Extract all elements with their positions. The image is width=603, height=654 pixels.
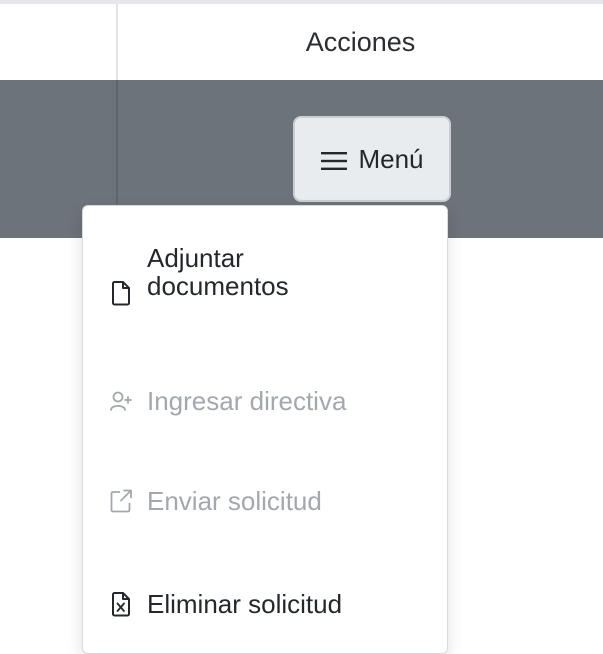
file-excel-icon	[109, 591, 133, 617]
menu-item-label: Ingresar directiva	[147, 386, 347, 416]
menu-button[interactable]: Menú	[293, 116, 451, 202]
menu-item-label-line2: documentos	[147, 271, 289, 301]
menu-button-label: Menú	[358, 143, 424, 174]
actions-dropdown-menu: Adjuntar documentos Ingresar directiva E…	[82, 205, 448, 654]
menu-item-adjuntar-documentos[interactable]: Adjuntar documentos	[83, 244, 447, 306]
user-plus-icon	[109, 388, 133, 414]
menu-item-eliminar-solicitud[interactable]: Eliminar solicitud	[83, 589, 447, 619]
column-header-acciones-label: Acciones	[305, 26, 416, 57]
column-header-acciones: Acciones	[118, 4, 603, 80]
file-icon	[109, 280, 133, 306]
menu-item-label: Enviar solicitud	[147, 486, 322, 516]
menu-item-ingresar-directiva[interactable]: Ingresar directiva	[83, 386, 447, 416]
external-link-icon	[109, 488, 133, 514]
menu-item-label-line1: Adjuntar	[147, 243, 244, 273]
menu-item-label: Eliminar solicitud	[147, 589, 343, 619]
hamburger-icon	[320, 148, 348, 170]
menu-item-enviar-solicitud[interactable]: Enviar solicitud	[83, 486, 447, 516]
page: Acciones Menú Adjuntar documentos Ingres…	[0, 0, 603, 654]
